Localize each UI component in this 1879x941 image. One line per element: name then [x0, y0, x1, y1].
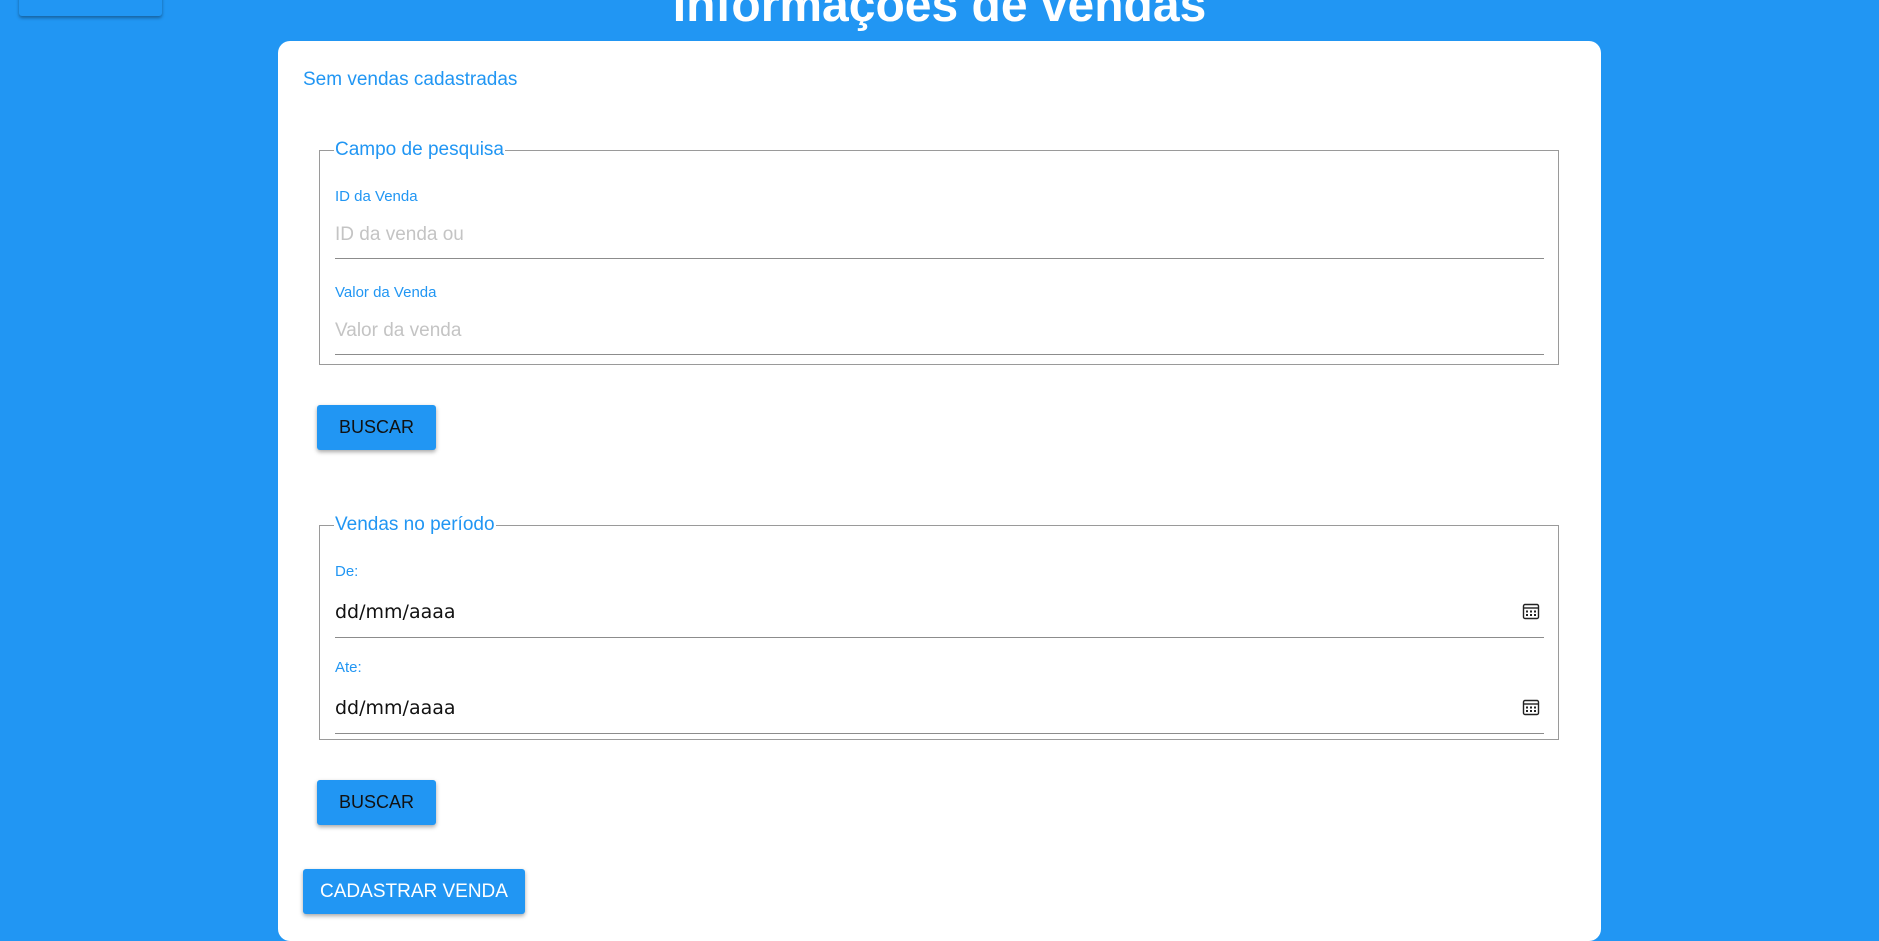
sales-card: Sem vendas cadastradas Campo de pesquisa… — [278, 41, 1601, 941]
sale-id-input[interactable] — [335, 211, 1544, 259]
date-to-input[interactable]: dd/mm/aaaa — [335, 682, 1544, 734]
period-search-button[interactable]: BUSCAR — [317, 780, 436, 825]
date-to-field: Ate: dd/mm/aaaa — [335, 659, 1544, 734]
sale-id-label: ID da Venda — [335, 188, 418, 205]
date-to-value: dd/mm/aaaa — [335, 697, 456, 719]
sale-value-label: Valor da Venda — [335, 284, 437, 301]
search-button[interactable]: BUSCAR — [317, 405, 436, 450]
period-legend: Vendas no período — [335, 514, 495, 535]
calendar-icon[interactable] — [1522, 602, 1540, 620]
period-fieldset: Vendas no período De: dd/mm/aaaa Ate: dd… — [319, 514, 1559, 740]
date-from-field: De: dd/mm/aaaa — [335, 563, 1544, 638]
date-from-label: De: — [335, 563, 359, 580]
date-from-input[interactable]: dd/mm/aaaa — [335, 586, 1544, 638]
register-sale-button[interactable]: CADASTRAR VENDA — [303, 869, 525, 914]
search-legend: Campo de pesquisa — [335, 139, 504, 160]
sale-value-field: Valor da Venda — [335, 284, 1544, 355]
search-fieldset: Campo de pesquisa ID da Venda Valor da V… — [319, 139, 1559, 365]
date-to-label: Ate: — [335, 659, 362, 676]
empty-sales-message: Sem vendas cadastradas — [303, 69, 518, 90]
page-title: Informações de vendas — [672, 0, 1207, 32]
date-from-value: dd/mm/aaaa — [335, 601, 456, 623]
calendar-icon[interactable] — [1522, 698, 1540, 716]
sale-id-field: ID da Venda — [335, 188, 1544, 259]
sale-value-input[interactable] — [335, 307, 1544, 355]
